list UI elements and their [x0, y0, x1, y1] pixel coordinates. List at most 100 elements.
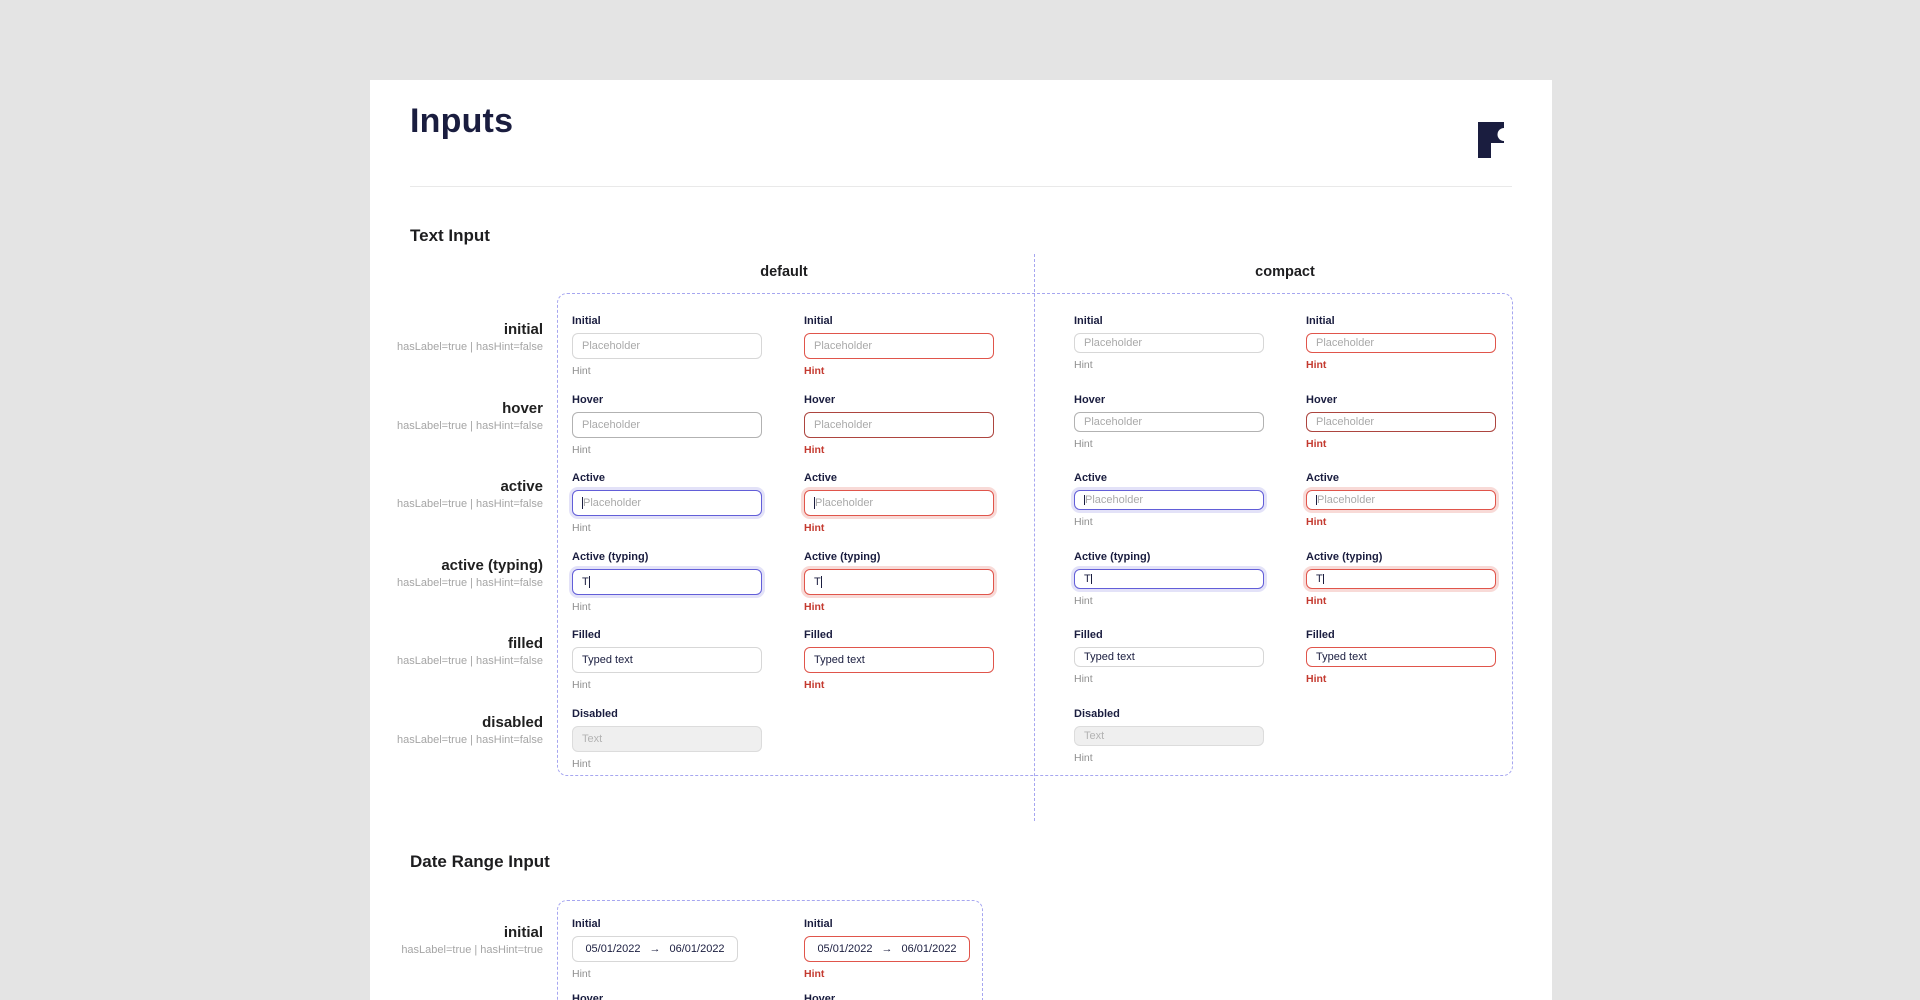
input-value: Typed text	[582, 654, 633, 667]
text-input[interactable]: Placeholder	[572, 490, 762, 517]
text-input-group: Active Placeholder Hint	[1306, 472, 1496, 529]
text-input[interactable]: Placeholder	[804, 490, 994, 517]
input-placeholder: Placeholder	[1085, 494, 1144, 507]
date-range-group: Initial 05/01/2022 → 06/01/2022 Hint	[804, 918, 994, 981]
row-props: hasLabel=true | hasHint=true	[401, 944, 543, 956]
input-hint: Hint	[572, 968, 591, 980]
text-input-group: Initial Placeholder Hint	[1074, 315, 1264, 372]
text-input[interactable]: Typed text	[1074, 647, 1264, 668]
text-input[interactable]: Placeholder	[572, 411, 762, 438]
input-label: Initial	[1074, 315, 1103, 327]
input-caret	[588, 575, 590, 588]
text-input[interactable]: T	[572, 568, 762, 595]
text-input-group: Active Placeholder Hint	[804, 472, 994, 535]
input-label: Hover	[572, 993, 604, 1000]
text-input-group: Initial Placeholder Hint	[572, 315, 762, 378]
input-value: T	[814, 575, 821, 588]
design-sheet: Inputs Text Input default compact Date R…	[370, 80, 1552, 1000]
row-props: hasLabel=true | hasHint=false	[397, 576, 543, 589]
input-hint: Hint	[1074, 359, 1093, 371]
input-label: Hover	[572, 393, 604, 406]
section-title-date-range: Date Range Input	[410, 852, 550, 871]
text-input-group: Hover Placeholder Hint	[804, 394, 994, 457]
date-range-group: Hover05/01/2022→06/01/2022Hint	[572, 993, 762, 1000]
input-label: Hover	[804, 393, 836, 406]
text-input[interactable]: Typed text	[1306, 647, 1496, 668]
input-value: T	[1084, 572, 1091, 585]
text-input[interactable]: Placeholder	[1306, 333, 1496, 353]
input-hint: Hint	[572, 365, 591, 377]
column-separator	[1034, 254, 1035, 821]
row-state-name: initial	[503, 924, 543, 941]
text-input[interactable]: Placeholder	[1306, 411, 1496, 432]
column-header-compact: compact	[1255, 264, 1315, 280]
input-hint: Hint	[1074, 673, 1093, 686]
input-placeholder: Placeholder	[814, 340, 873, 352]
input-label: Hover	[804, 993, 836, 1000]
row-props: hasLabel=true | hasHint=false	[397, 419, 543, 432]
text-input-group: Disabled Text Hint	[1074, 708, 1264, 765]
input-hint: Hint	[804, 365, 825, 377]
header-divider	[410, 186, 1512, 187]
text-input[interactable]: Placeholder	[1306, 490, 1496, 511]
text-input[interactable]: Placeholder	[1074, 411, 1264, 432]
input-hint: Hint	[804, 443, 825, 456]
row-state-name: disabled	[482, 714, 543, 731]
text-input[interactable]: Text	[572, 726, 762, 752]
input-placeholder: Placeholder	[1084, 415, 1143, 428]
input-placeholder: Placeholder	[582, 340, 641, 352]
input-placeholder: Placeholder	[1316, 337, 1375, 349]
text-input[interactable]: Placeholder	[804, 411, 994, 438]
text-input[interactable]: T	[804, 568, 994, 595]
end-date: 06/01/2022	[901, 943, 957, 955]
text-input[interactable]: Placeholder	[804, 333, 994, 359]
input-label: Initial	[804, 315, 833, 327]
f-mark-logo-icon	[1478, 122, 1511, 158]
input-hint: Hint	[804, 968, 825, 980]
input-hint: Hint	[572, 600, 591, 613]
date-range-input[interactable]: 05/01/2022 → 06/01/2022	[572, 936, 738, 962]
input-label: Filled	[804, 629, 833, 642]
input-hint: Hint	[572, 679, 591, 692]
row-state-name: active (typing)	[441, 556, 543, 574]
input-label: Active (typing)	[572, 550, 649, 563]
text-input-group: Active (typing) T Hint	[1074, 551, 1264, 608]
text-input[interactable]: T	[1306, 568, 1496, 589]
text-input-group: Filled Typed text Hint	[1306, 629, 1496, 686]
input-caret	[1322, 573, 1324, 584]
date-range-input[interactable]: 05/01/2022 → 06/01/2022	[804, 936, 970, 962]
input-caret	[1090, 573, 1092, 584]
text-input-group: Active (typing) T Hint	[572, 551, 762, 614]
text-input-group: Active (typing) T Hint	[804, 551, 994, 614]
text-input[interactable]: Typed text	[804, 647, 994, 674]
input-label: Initial	[804, 918, 833, 930]
date-range-group: Initial 05/01/2022 → 06/01/2022 Hint	[572, 918, 762, 981]
column-header-default: default	[760, 264, 808, 280]
row-props: hasLabel=true | hasHint=false	[397, 655, 543, 668]
input-hint: Hint	[1306, 594, 1327, 607]
input-label: Filled	[1074, 629, 1103, 642]
input-hint: Hint	[572, 522, 591, 535]
input-placeholder: Placeholder	[1316, 415, 1375, 428]
row-label: active hasLabel=true | hasHint=false	[370, 478, 543, 512]
arrow-right-icon: →	[649, 943, 661, 955]
input-label: Initial	[572, 315, 601, 327]
text-input-group: Disabled Text Hint	[572, 708, 762, 771]
text-input[interactable]: Placeholder	[1074, 490, 1264, 511]
input-hint: Hint	[1306, 516, 1327, 529]
row-label: disabled hasLabel=true | hasHint=false	[370, 714, 543, 748]
input-label: Active	[804, 472, 838, 485]
input-label: Active (typing)	[804, 550, 881, 563]
text-input[interactable]: Placeholder	[572, 333, 762, 359]
text-input[interactable]: Placeholder	[1074, 333, 1264, 353]
text-input-group: Hover Placeholder Hint	[1306, 394, 1496, 451]
start-date: 05/01/2022	[585, 943, 641, 955]
input-label: Disabled	[1074, 708, 1120, 720]
input-hint: Hint	[1306, 673, 1327, 686]
text-input[interactable]: T	[1074, 568, 1264, 589]
input-label: Initial	[1306, 315, 1335, 327]
text-input-group: Filled Typed text Hint	[1074, 629, 1264, 686]
text-input[interactable]: Typed text	[572, 647, 762, 674]
input-value: T	[1316, 572, 1323, 585]
text-input[interactable]: Text	[1074, 726, 1264, 746]
